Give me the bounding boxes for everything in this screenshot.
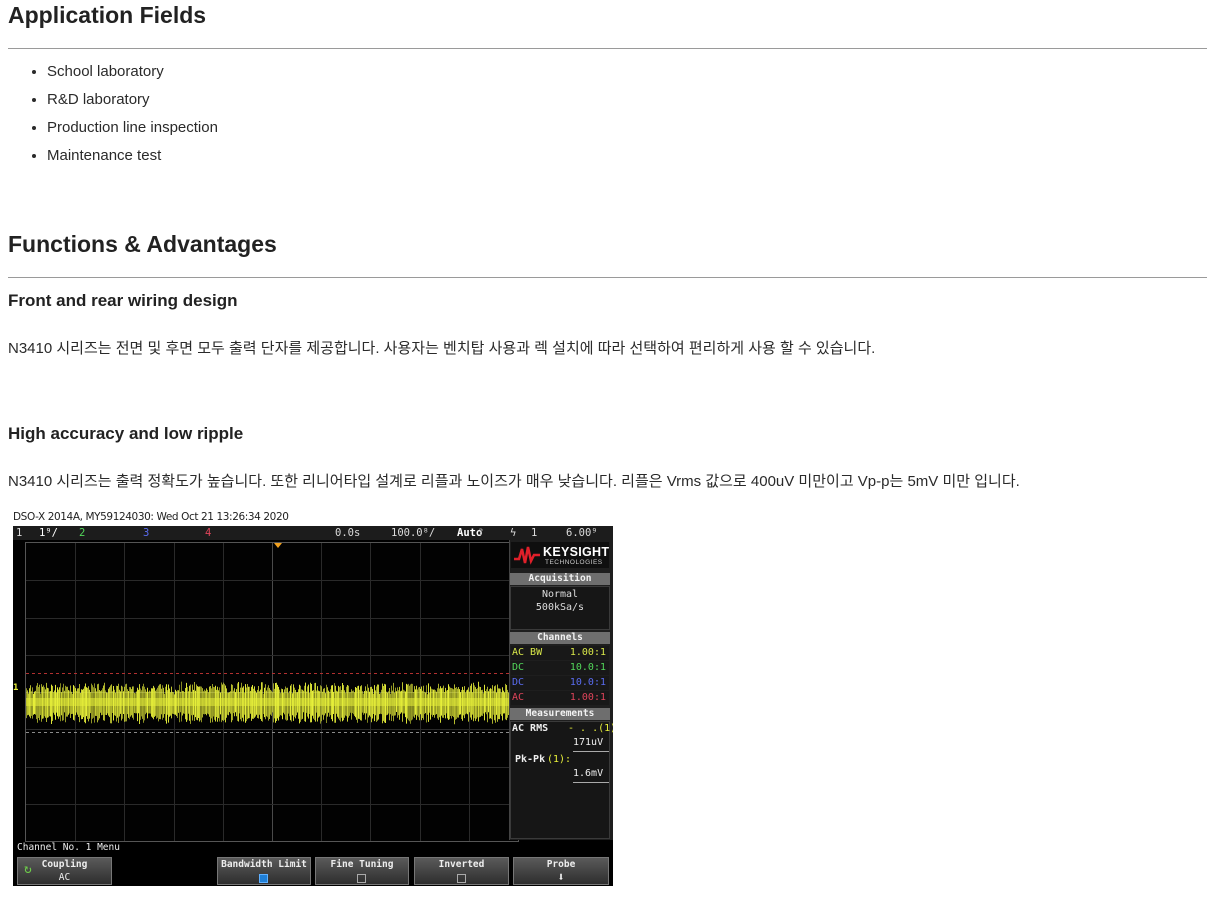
ch1-ground-marker: 1 xyxy=(13,683,19,693)
channel-probe-ratio: 10.0:1 xyxy=(569,677,606,688)
ac-rms-source: - . .(1): xyxy=(568,723,613,734)
application-fields-list: School laboratory R&D laboratory Product… xyxy=(28,59,218,171)
functions-advantages-heading: Functions & Advantages xyxy=(8,231,277,257)
fine-tuning-label: Fine Tuning xyxy=(330,859,394,870)
waveform-display xyxy=(25,542,519,842)
accuracy-ripple-heading: High accuracy and low ripple xyxy=(8,424,244,443)
fine-tuning-softkey[interactable]: Fine Tuning xyxy=(315,857,409,885)
coupling-value: AC xyxy=(58,872,71,883)
accuracy-ripple-text: N3410 시리즈는 출력 정확도가 높습니다. 또한 리니어타입 설계로 리플… xyxy=(8,473,1020,490)
channel-probe-ratio: 1.00:1 xyxy=(569,647,606,658)
keysight-wave-icon xyxy=(514,546,540,565)
coupling-label: Coupling xyxy=(41,859,88,870)
probe-label: Probe xyxy=(546,859,576,870)
channel-coupling: AC xyxy=(512,692,525,703)
pk-pk-source: (1): xyxy=(547,754,572,765)
divider xyxy=(8,277,1207,278)
channel-coupling: DC xyxy=(512,677,525,688)
application-fields-heading: Application Fields xyxy=(8,2,207,28)
timebase: 100.0⁸/ xyxy=(391,527,436,539)
inverted-softkey[interactable]: Inverted xyxy=(414,857,509,885)
channel-coupling: DC xyxy=(512,662,525,673)
divider xyxy=(573,751,609,752)
pk-pk-label: Pk-Pk xyxy=(515,754,546,765)
checkbox-icon xyxy=(357,874,366,883)
channel-row: AC 1.00:1 xyxy=(511,691,609,705)
ch3-label: 3 xyxy=(143,527,150,539)
probe-softkey[interactable]: Probe ⬇ xyxy=(513,857,609,885)
list-item: Maintenance test xyxy=(47,143,218,171)
ch2-label: 2 xyxy=(79,527,86,539)
channel-menu-title: Channel No. 1 Menu xyxy=(17,842,120,853)
divider xyxy=(573,782,609,783)
logo-text: KEYSIGHT xyxy=(543,545,610,559)
time-offset: 0.0s xyxy=(335,527,361,539)
trigger-edge-icon: ϟ xyxy=(510,527,517,539)
channel-probe-ratio: 10.0:1 xyxy=(569,662,606,673)
ch4-label: 4 xyxy=(205,527,212,539)
acquisition-mode: Normal xyxy=(541,589,579,600)
pk-pk-value: 1.6mV xyxy=(573,768,604,779)
bandwidth-limit-softkey[interactable]: Bandwidth Limit xyxy=(217,857,311,885)
ch1-scale: 1⁹/ xyxy=(39,527,58,539)
trigger-source: 1 xyxy=(531,527,538,539)
oscilloscope-screenshot: 1 1⁹/ 2 3 4 0.0s 100.0⁸/ Auto ? ϟ 1 6.00… xyxy=(13,526,613,886)
channel-row: DC 10.0:1 xyxy=(511,676,609,690)
logo-subtext: TECHNOLOGIES xyxy=(545,559,603,566)
trigger-status: ? xyxy=(478,528,484,538)
ac-rms-value: 171uV xyxy=(573,737,604,748)
channel-row: AC BW 1.00:1 xyxy=(511,646,609,660)
scope-caption: DSO-X 2014A, MY59124030: Wed Oct 21 13:2… xyxy=(13,511,289,523)
channel-probe-ratio: 1.00:1 xyxy=(569,692,606,703)
checkbox-icon xyxy=(456,874,466,883)
measurements-header: Measurements xyxy=(510,708,610,720)
sample-rate: 500kSa/s xyxy=(535,602,585,613)
channels-header: Channels xyxy=(510,632,610,644)
coupling-softkey[interactable]: ↻ Coupling AC xyxy=(17,857,112,885)
wiring-design-text: N3410 시리즈는 전면 및 후면 모두 출력 단자를 제공합니다. 사용자는… xyxy=(8,340,876,357)
list-item: Production line inspection xyxy=(47,115,218,143)
channel-coupling: AC BW xyxy=(512,647,543,658)
keysight-logo: KEYSIGHT TECHNOLOGIES xyxy=(511,542,609,568)
wiring-design-heading: Front and rear wiring design xyxy=(8,291,238,310)
list-item: R&D laboratory xyxy=(47,87,218,115)
inverted-label: Inverted xyxy=(438,859,485,870)
divider xyxy=(8,48,1207,49)
checkbox-icon xyxy=(259,874,268,883)
acquisition-header: Acquisition xyxy=(510,573,610,585)
waveform-grid xyxy=(26,543,518,841)
bandwidth-limit-label: Bandwidth Limit xyxy=(221,859,307,870)
ch1-label: 1 xyxy=(16,527,23,539)
channel-row: DC 10.0:1 xyxy=(511,661,609,675)
arrow-down-icon: ⬇ xyxy=(557,870,565,884)
trigger-level: 6.00⁹ xyxy=(566,527,598,539)
ac-rms-label: AC RMS xyxy=(512,723,549,734)
scope-top-bar: 1 1⁹/ 2 3 4 0.0s 100.0⁸/ Auto ? ϟ 1 6.00… xyxy=(13,526,613,540)
list-item: School laboratory xyxy=(47,59,218,87)
